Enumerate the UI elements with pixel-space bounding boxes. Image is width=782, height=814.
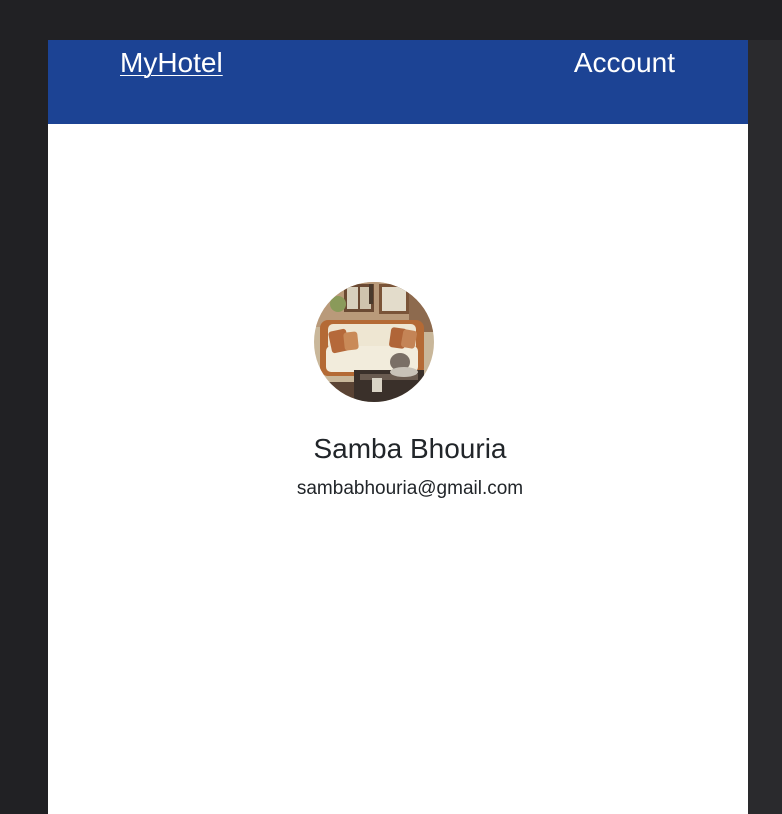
account-link[interactable]: Account: [574, 47, 675, 79]
avatar: [314, 282, 434, 402]
profile-name: Samba Bhouria: [313, 433, 507, 464]
profile-email: sambabhouria@gmail.com: [296, 478, 524, 499]
navbar: MyHotel Account: [48, 40, 748, 124]
profile-card: Samba Bhouria sambabhouria@gmail.com: [48, 282, 772, 501]
sofa-room-photo-icon: [314, 282, 434, 402]
brand-link[interactable]: MyHotel: [120, 47, 223, 79]
page: MyHotel Account Samba Bhouria sambabhour…: [48, 40, 748, 814]
window-top-bar: [0, 0, 782, 40]
